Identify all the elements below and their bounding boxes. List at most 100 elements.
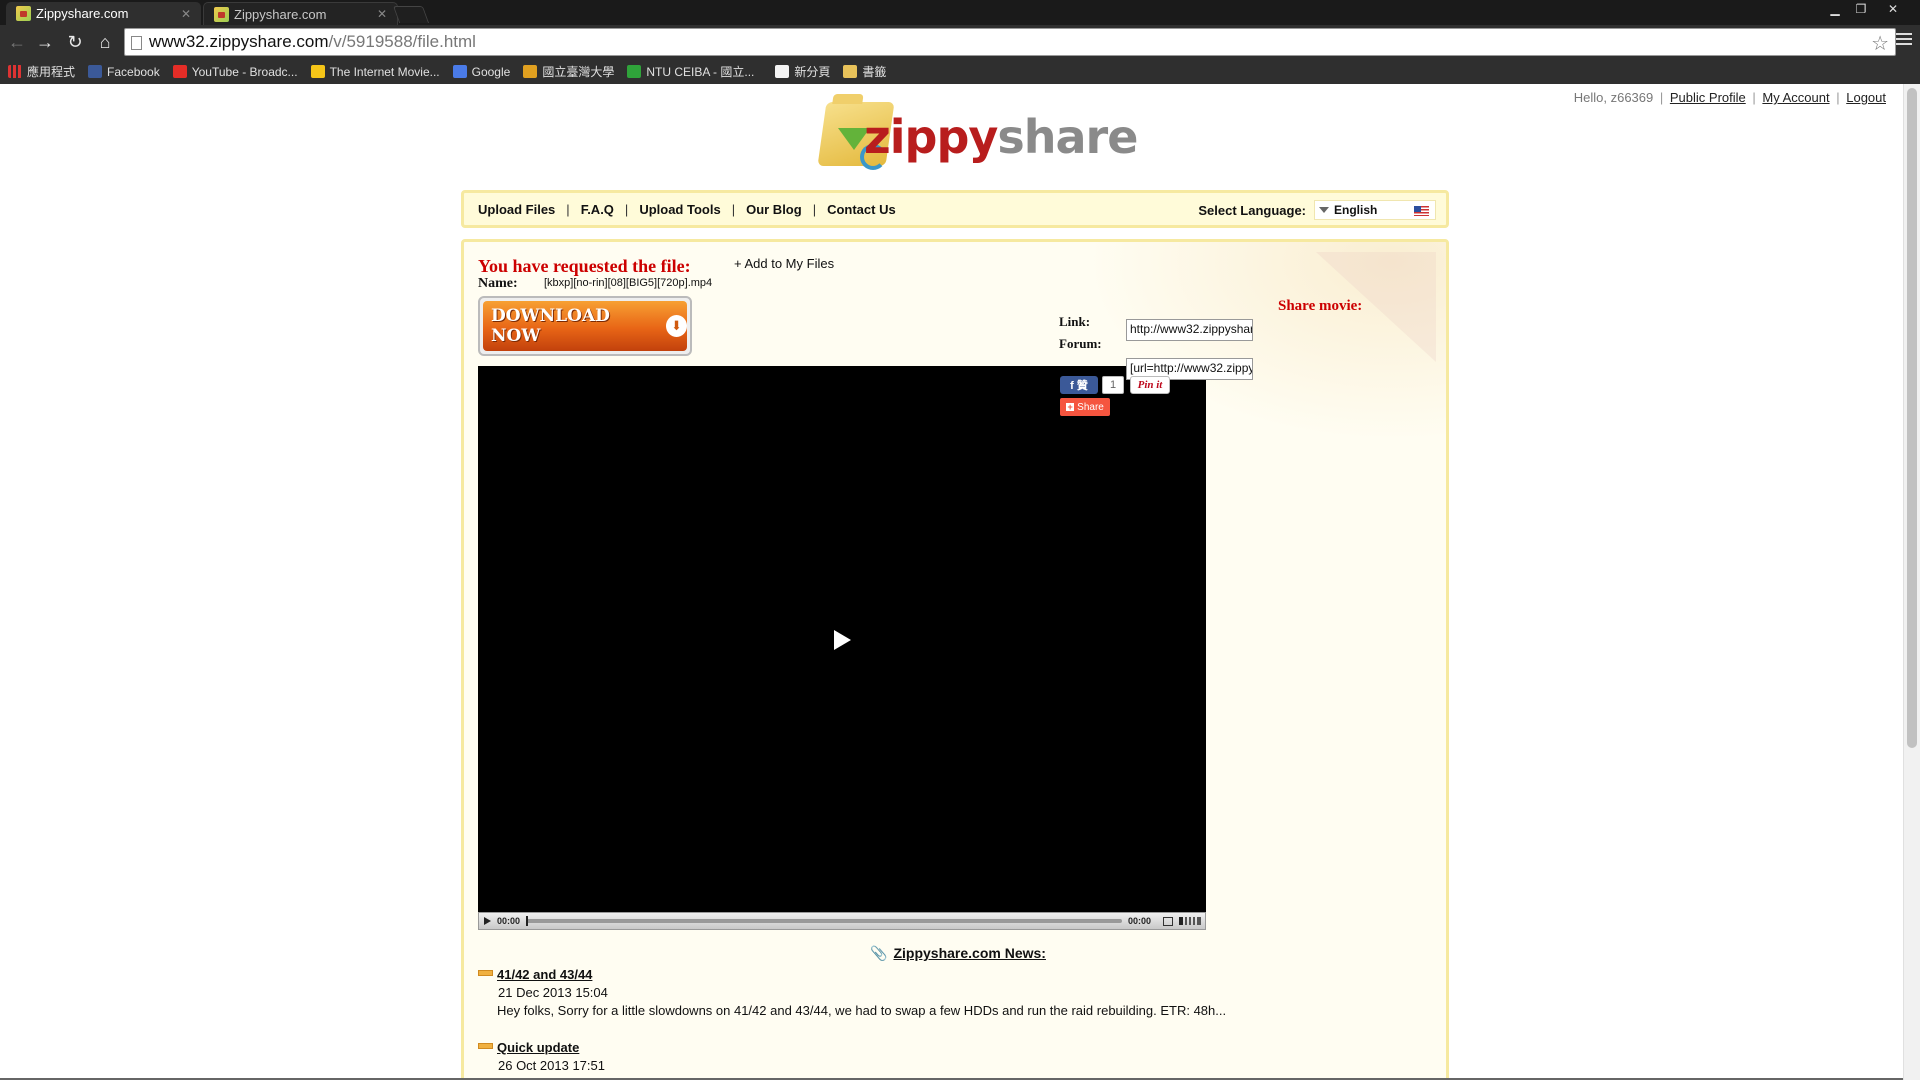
nav-separator: | <box>624 201 629 217</box>
apps-icon <box>8 65 22 78</box>
facebook-like-button[interactable]: f 贊 <box>1060 376 1098 394</box>
url-host: www32.zippyshare.com <box>149 32 329 51</box>
player-controls: 00:00 00:00 <box>478 912 1206 930</box>
current-time: 00:00 <box>497 916 521 926</box>
seek-bar[interactable] <box>526 916 1122 926</box>
minimize-icon[interactable]: ▁ <box>1822 0 1848 18</box>
bookmark-new-tab[interactable]: 新分頁 <box>775 63 830 80</box>
pinterest-pin-button[interactable]: Pin it <box>1130 376 1170 394</box>
new-badge-icon <box>478 970 493 976</box>
play-control-icon[interactable] <box>484 917 491 925</box>
play-icon[interactable] <box>834 630 851 650</box>
total-time: 00:00 <box>1127 916 1151 926</box>
zippyshare-favicon-icon <box>214 6 229 22</box>
paperclip-icon: 📎 <box>870 945 888 961</box>
browser-tab[interactable]: Zippyshare.com ✕ <box>203 2 398 25</box>
scrollbar-thumb[interactable] <box>1907 88 1917 748</box>
my-account-link[interactable]: My Account <box>1762 90 1829 105</box>
bookmark-facebook[interactable]: Facebook <box>88 65 160 79</box>
volume-icon[interactable] <box>1179 917 1201 925</box>
share-title: Share movie: <box>1278 298 1363 314</box>
browser-titlebar: Zippyshare.com ✕ Zippyshare.com ✕ ▁ ❐ ✕ <box>0 0 1920 25</box>
facebook-icon <box>88 65 103 78</box>
download-arrow-icon: ⬇ <box>666 315 687 337</box>
new-badge-icon <box>478 1043 493 1049</box>
file-name-label: Name: <box>478 276 518 291</box>
news-date: 21 Dec 2013 15:04 <box>498 985 608 1000</box>
public-profile-link[interactable]: Public Profile <box>1670 90 1746 105</box>
ceiba-icon <box>627 65 642 78</box>
facebook-like-count: 1 <box>1102 376 1124 394</box>
news-item: Quick update 26 Oct 2013 17:51 <box>478 1040 605 1073</box>
nav-separator: | <box>731 201 736 217</box>
page-viewport: Hello, z66369 | Public Profile | My Acco… <box>0 84 1920 1080</box>
bookmark-label: Google <box>471 64 511 79</box>
nav-faq[interactable]: F.A.Q <box>581 202 614 217</box>
video-player[interactable] <box>478 366 1206 912</box>
main-nav: Upload Files | F.A.Q | Upload Tools | Ou… <box>461 190 1449 228</box>
share-link-input[interactable]: http://www32.zippyshare.c <box>1126 319 1253 341</box>
logo-wordmark: zippyshare <box>864 110 1138 164</box>
reload-icon[interactable]: ↻ <box>62 29 88 55</box>
nav-contact-us[interactable]: Contact Us <box>827 202 896 217</box>
ntu-icon <box>523 65 538 78</box>
page-icon <box>131 36 142 50</box>
news-body: Hey folks, Sorry for a little slowdowns … <box>497 1003 1227 1018</box>
requested-file-title: You have requested the file: <box>478 256 691 276</box>
logout-link[interactable]: Logout <box>1846 90 1886 105</box>
fullscreen-icon[interactable] <box>1163 916 1173 926</box>
language-dropdown[interactable]: English <box>1314 200 1436 220</box>
addthis-share-button[interactable]: + Share <box>1060 398 1110 416</box>
browser-menu-icon[interactable] <box>1896 33 1912 47</box>
bookmark-label: YouTube - Broadc... <box>191 64 298 79</box>
bookmark-ntu[interactable]: 國立臺灣大學 <box>523 63 614 80</box>
nav-separator: | <box>566 201 570 217</box>
back-icon[interactable]: ← <box>4 29 30 55</box>
bookmark-label: 書籤 <box>862 65 887 79</box>
bookmark-imdb[interactable]: The Internet Movie... <box>310 65 440 79</box>
news-heading-link[interactable]: Zippyshare.com News: <box>893 945 1046 961</box>
forward-icon[interactable]: → <box>32 29 58 55</box>
zippyshare-logo[interactable]: zippyshare <box>817 98 1138 176</box>
file-name: [kbxp][no-rin][08][BIG5][720p].mp4 <box>544 277 713 289</box>
link-label: Link: <box>1059 314 1091 329</box>
download-now-button[interactable]: DOWNLOAD NOW ⬇ <box>478 296 692 356</box>
download-label: DOWNLOAD NOW <box>491 306 610 346</box>
browser-toolbar: ← → ↻ ⌂ www32.zippyshare.com/v/5919588/f… <box>0 25 1920 59</box>
bookmark-ceiba[interactable]: NTU CEIBA - 國立... <box>627 63 754 80</box>
folder-icon <box>843 65 858 78</box>
download-button-face: DOWNLOAD NOW ⬇ <box>483 301 687 351</box>
forum-label: Forum: <box>1059 336 1102 351</box>
tab-title: Zippyshare.com <box>36 6 129 21</box>
tab-close-icon[interactable]: ✕ <box>377 7 387 21</box>
nav-upload-tools[interactable]: Upload Tools <box>639 202 720 217</box>
language-selector: Select Language: English <box>1198 200 1436 220</box>
bookmark-star-icon[interactable]: ☆ <box>1871 31 1889 56</box>
add-to-my-files-link[interactable]: + Add to My Files <box>734 256 834 271</box>
nav-our-blog[interactable]: Our Blog <box>746 202 802 217</box>
youtube-icon <box>172 65 187 78</box>
us-flag-icon <box>1414 206 1429 216</box>
bookmark-label: 新分頁 <box>794 65 831 79</box>
vertical-scrollbar[interactable] <box>1903 84 1920 1080</box>
home-icon[interactable]: ⌂ <box>92 29 118 55</box>
bookmark-google[interactable]: Google <box>452 64 511 79</box>
separator: | <box>1752 90 1756 105</box>
news-title-link[interactable]: Quick update <box>497 1040 579 1055</box>
google-icon <box>452 65 467 78</box>
nav-upload-files[interactable]: Upload Files <box>478 202 555 217</box>
bookmark-label: Facebook <box>107 64 160 79</box>
close-window-icon[interactable]: ✕ <box>1880 0 1906 18</box>
restore-icon[interactable]: ❐ <box>1848 0 1874 18</box>
user-greeting: Hello, z66369 <box>1573 90 1654 105</box>
language-label: Select Language: <box>1198 202 1306 218</box>
bookmark-folder[interactable]: 書籤 <box>843 63 886 80</box>
plus-icon: + <box>1066 402 1075 412</box>
address-bar[interactable]: www32.zippyshare.com/v/5919588/file.html… <box>124 28 1896 56</box>
bookmark-youtube[interactable]: YouTube - Broadc... <box>172 64 298 79</box>
tab-close-icon[interactable]: ✕ <box>181 7 191 21</box>
news-title-link[interactable]: 41/42 and 43/44 <box>497 967 592 982</box>
browser-tab-active[interactable]: Zippyshare.com ✕ <box>6 2 201 25</box>
new-tab-button[interactable] <box>392 6 430 23</box>
bookmark-apps[interactable]: 應用程式 <box>8 63 75 80</box>
